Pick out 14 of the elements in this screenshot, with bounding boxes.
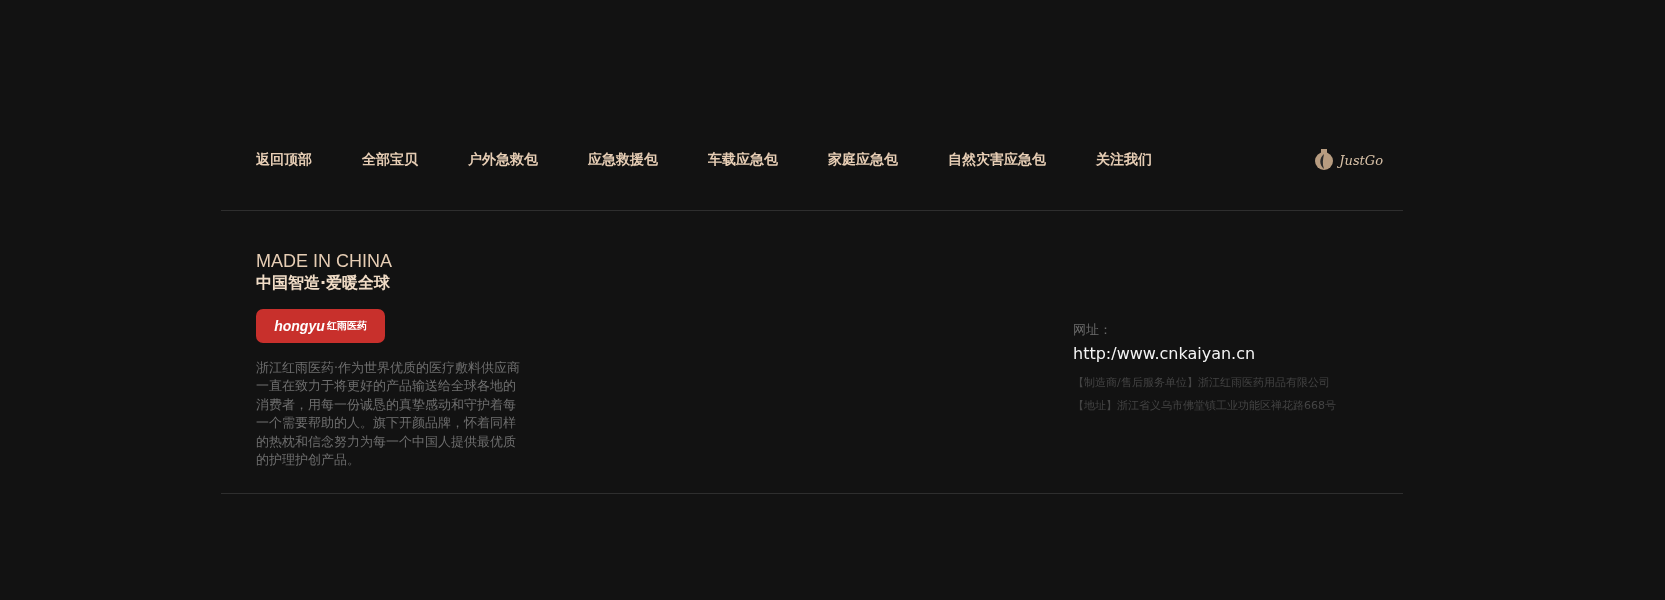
nav-link[interactable]: 家庭应急包 (828, 151, 898, 169)
nav-link[interactable]: 自然灾害应急包 (948, 151, 1046, 169)
nav-link[interactable]: 应急救援包 (588, 151, 658, 169)
nav-link[interactable]: 全部宝贝 (362, 151, 418, 169)
brand-logo[interactable]: JustGo (1339, 152, 1383, 168)
website-link[interactable]: http:/www.cnkaiyan.cn (1073, 344, 1403, 363)
nav-link[interactable]: 返回顶部 (256, 151, 312, 169)
nav-link[interactable]: 关注我们 (1096, 151, 1152, 169)
nav-link[interactable]: 户外急救包 (468, 151, 538, 169)
website-label: 网址： (1073, 321, 1113, 339)
slogan: 中国智造·爱暖全球 (256, 272, 392, 294)
emblem-icon (1313, 148, 1336, 172)
tagline: MADE IN CHINA (256, 251, 393, 271)
nav-link[interactable]: 车载应急包 (708, 151, 778, 169)
